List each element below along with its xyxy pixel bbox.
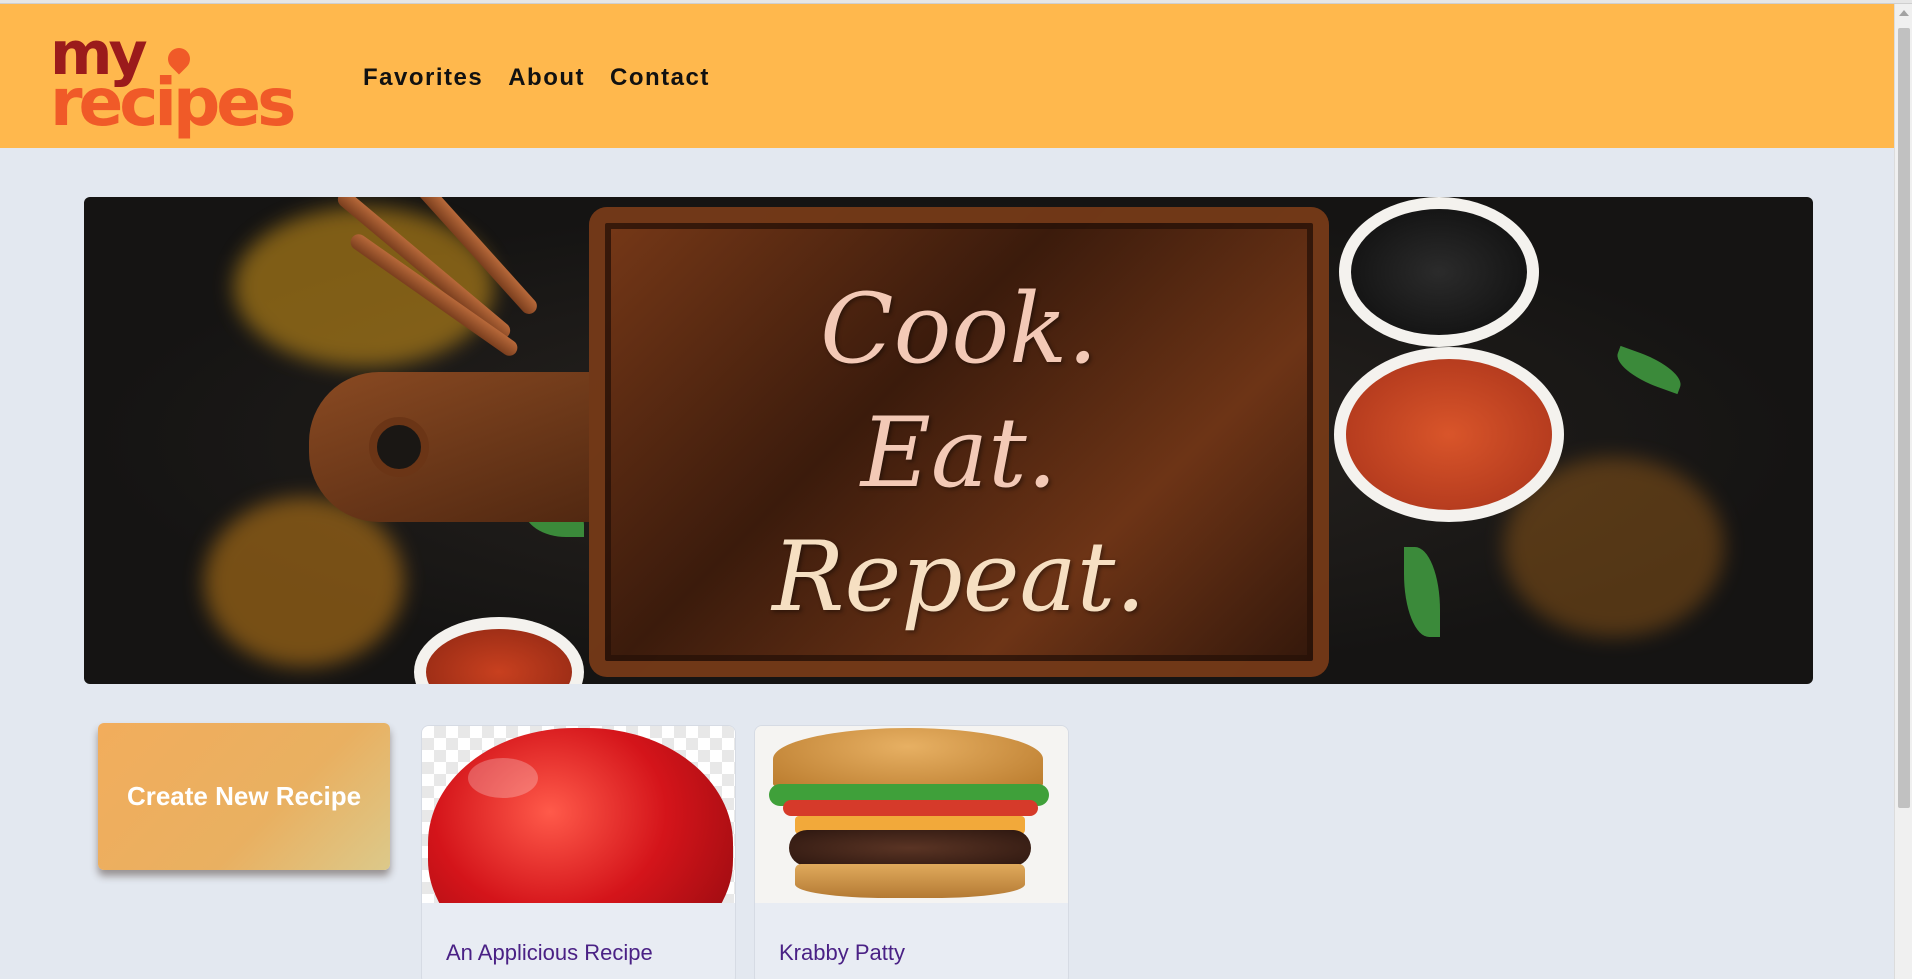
bowl-black-seeds bbox=[1339, 197, 1539, 347]
bowl-chili bbox=[414, 617, 584, 684]
burger-bun-bottom bbox=[795, 864, 1025, 898]
cutting-board: Cook. Eat. Repeat. bbox=[589, 207, 1329, 677]
scrollbar-thumb[interactable] bbox=[1898, 28, 1910, 808]
vertical-scrollbar[interactable] bbox=[1894, 4, 1912, 979]
hero-slogan: Cook. Eat. Repeat. bbox=[589, 267, 1329, 639]
board-hole bbox=[369, 417, 429, 477]
recipe-image-burger[interactable] bbox=[755, 726, 1068, 903]
hero-line-cook: Cook. bbox=[820, 273, 1098, 385]
burger-bun-top bbox=[773, 728, 1043, 790]
burger-patty bbox=[789, 830, 1031, 866]
logo-recipes: recipes bbox=[50, 64, 296, 141]
basil-leaf bbox=[1611, 345, 1687, 395]
basil-leaf-2 bbox=[1404, 547, 1440, 637]
create-recipe-button[interactable]: Create New Recipe bbox=[98, 723, 390, 870]
scroll-up-icon[interactable] bbox=[1899, 10, 1909, 16]
site-logo[interactable]: my recipes bbox=[50, 24, 320, 144]
bowl-paprika bbox=[1334, 347, 1564, 522]
main-nav: Favorites About Contact bbox=[363, 64, 710, 92]
apple-illustration bbox=[428, 728, 733, 903]
spice-turmeric-2 bbox=[204, 497, 404, 667]
nav-favorites[interactable]: Favorites bbox=[363, 64, 483, 92]
hero-line-repeat: Repeat. bbox=[772, 521, 1146, 633]
recipe-card[interactable]: An Applicious Recipe bbox=[421, 725, 736, 979]
recipe-card[interactable]: Krabby Patty bbox=[754, 725, 1069, 979]
nav-contact[interactable]: Contact bbox=[610, 64, 710, 92]
site-header: my recipes Favorites About Contact bbox=[0, 4, 1894, 148]
recipe-title-link[interactable]: An Applicious Recipe bbox=[446, 940, 653, 966]
recipe-image-apple[interactable] bbox=[422, 726, 735, 903]
burger-tomato bbox=[783, 800, 1038, 816]
cutting-board-handle bbox=[309, 372, 629, 522]
nav-about[interactable]: About bbox=[508, 64, 585, 92]
recipe-title-link[interactable]: Krabby Patty bbox=[779, 940, 905, 966]
hero-line-eat: Eat. bbox=[860, 397, 1058, 509]
hero-banner: Cook. Eat. Repeat. bbox=[84, 197, 1813, 684]
